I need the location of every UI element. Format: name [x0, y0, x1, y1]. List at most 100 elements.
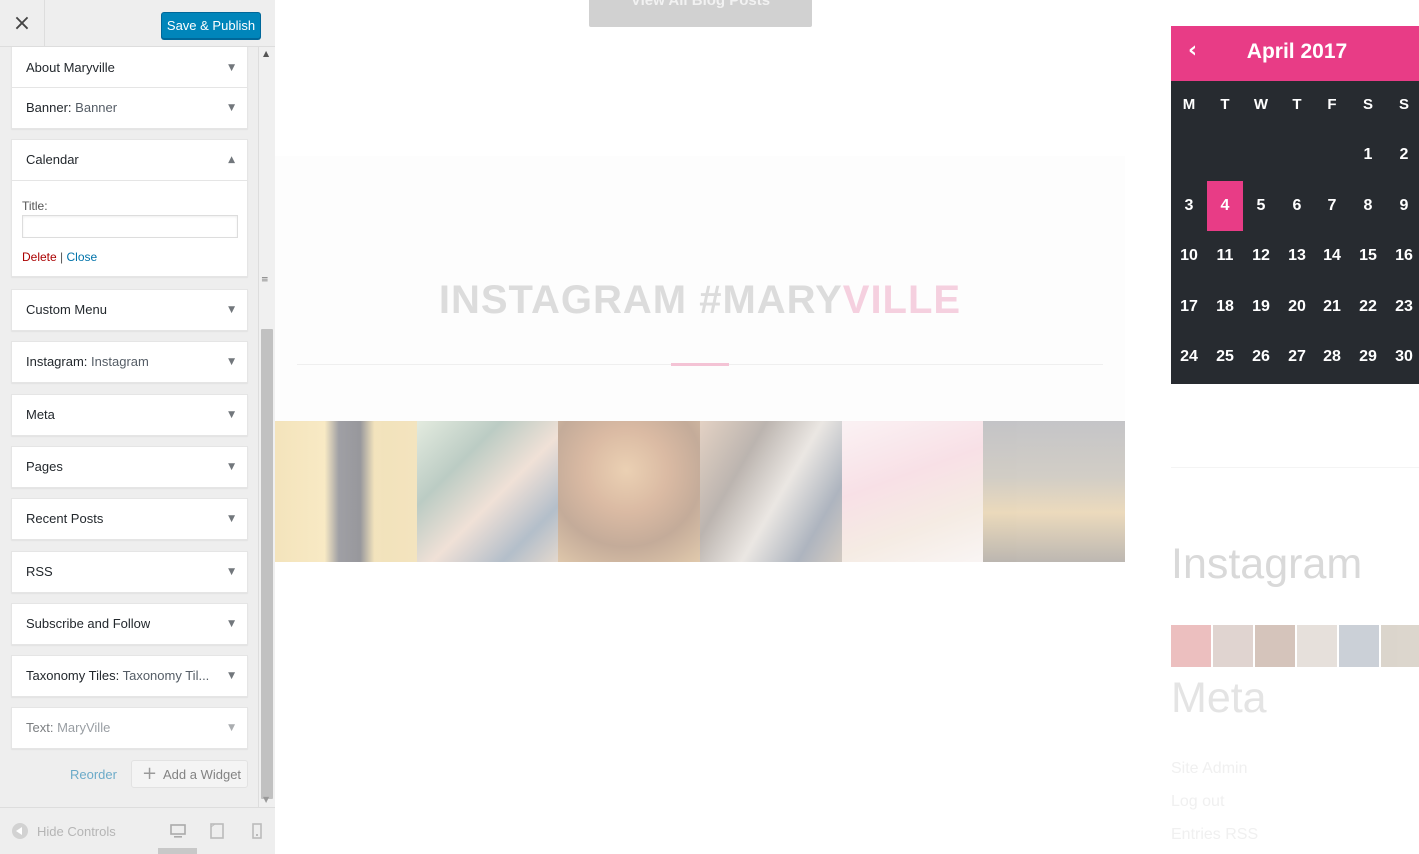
expand-arrow-icon[interactable]: ▼	[228, 290, 235, 330]
calendar-day[interactable]: 11	[1207, 231, 1243, 281]
calendar-day[interactable]: 27	[1279, 332, 1315, 382]
widget-text: Text: MaryVille ▼	[11, 707, 248, 749]
add-widget-label: Add a Widget	[163, 767, 242, 782]
widget-title-label: Recent Posts	[26, 511, 104, 526]
resize-grip-icon[interactable]: ≡	[261, 275, 269, 285]
widget-header[interactable]: Calendar ▲	[12, 140, 247, 180]
view-all-blog-posts-button[interactable]: View All Blog Posts	[589, 0, 812, 27]
save-publish-button[interactable]: Save & Publish	[161, 12, 261, 39]
widget-instance-title: Instagram	[91, 354, 149, 369]
widget-header[interactable]: Subscribe and Follow ▼	[12, 604, 247, 644]
expand-arrow-icon[interactable]: ▼	[228, 499, 235, 539]
expand-arrow-icon[interactable]: ▼	[228, 395, 235, 435]
calendar-widget-form: Title: Delete | Close	[12, 180, 247, 276]
calendar-day[interactable]: 18	[1207, 282, 1243, 332]
instagram-thumb[interactable]	[1381, 625, 1419, 667]
title-field-label: Title:	[22, 199, 48, 213]
calendar-day[interactable]: 15	[1350, 231, 1386, 281]
close-icon: ×	[12, 11, 32, 36]
instagram-photo[interactable]	[700, 421, 842, 562]
instagram-photo[interactable]	[558, 421, 700, 562]
calendar-day[interactable]: 12	[1243, 231, 1279, 281]
instagram-photo[interactable]	[983, 421, 1125, 562]
calendar-day[interactable]: 22	[1350, 282, 1386, 332]
delete-link[interactable]: Delete	[22, 250, 57, 264]
calendar-day[interactable]: 19	[1243, 282, 1279, 332]
scroll-up-icon[interactable]: ▲	[263, 49, 269, 58]
widget-header[interactable]: Text: MaryVille ▼	[12, 708, 247, 748]
expand-arrow-icon[interactable]: ▼	[228, 656, 235, 696]
instagram-photo[interactable]	[842, 421, 984, 562]
calendar-day[interactable]: 6	[1279, 181, 1315, 231]
close-customizer-button[interactable]: ×	[0, 0, 45, 47]
widget-header[interactable]: Custom Menu ▼	[12, 290, 247, 330]
expand-arrow-icon[interactable]: ▼	[228, 447, 235, 487]
scrollbar-thumb[interactable]	[261, 329, 273, 799]
widget-header[interactable]: Banner: Banner ▼	[12, 88, 247, 128]
expand-arrow-icon[interactable]: ▼	[228, 604, 235, 644]
collapse-arrow-icon[interactable]: ▲	[228, 140, 235, 180]
expand-arrow-icon[interactable]: ▼	[228, 342, 235, 382]
reorder-link[interactable]: Reorder	[70, 767, 117, 782]
meta-link-site-admin[interactable]: Site Admin	[1171, 760, 1247, 778]
mobile-icon[interactable]	[248, 822, 266, 840]
calendar-day[interactable]: 23	[1386, 282, 1419, 332]
expand-arrow-icon[interactable]: ▼	[228, 552, 235, 592]
widget-subscribe-and-follow: Subscribe and Follow ▼	[11, 603, 248, 645]
instagram-thumb[interactable]	[1297, 625, 1337, 667]
calendar-day[interactable]: 21	[1314, 282, 1350, 332]
widget-title-label: RSS	[26, 564, 53, 579]
desktop-icon[interactable]	[169, 822, 187, 840]
calendar-day[interactable]: 2	[1386, 130, 1419, 180]
calendar-day[interactable]: 14	[1314, 231, 1350, 281]
calendar-day[interactable]: 26	[1243, 332, 1279, 382]
close-link[interactable]: Close	[67, 250, 98, 264]
scroll-down-icon[interactable]: ▼	[263, 795, 269, 804]
calendar-day[interactable]: 10	[1171, 231, 1207, 281]
instagram-photo[interactable]	[417, 421, 559, 562]
title-input[interactable]	[22, 215, 238, 238]
calendar-day[interactable]: 13	[1279, 231, 1315, 281]
calendar-day[interactable]: 20	[1279, 282, 1315, 332]
calendar-day-today[interactable]: 4	[1207, 180, 1243, 231]
calendar-day[interactable]: 3	[1171, 181, 1207, 231]
calendar-day[interactable]: 8	[1350, 181, 1386, 231]
instagram-thumb[interactable]	[1213, 625, 1253, 667]
widget-header[interactable]: Instagram: Instagram ▼	[12, 342, 247, 382]
instagram-photo[interactable]	[275, 421, 417, 562]
calendar-day[interactable]: 7	[1314, 181, 1350, 231]
tablet-icon[interactable]	[208, 822, 226, 840]
calendar-day[interactable]: 28	[1314, 332, 1350, 382]
hide-controls-button[interactable]: Hide Controls	[37, 824, 116, 839]
instagram-thumb[interactable]	[1255, 625, 1295, 667]
calendar-day[interactable]: 24	[1171, 332, 1207, 382]
expand-arrow-icon[interactable]: ▼	[228, 708, 235, 748]
instagram-thumb[interactable]	[1339, 625, 1379, 667]
widget-calendar: Calendar ▲ Title: Delete | Close	[11, 139, 248, 277]
meta-link-entries-rss[interactable]: Entries RSS	[1171, 826, 1258, 844]
calendar-day[interactable]: 30	[1386, 332, 1419, 382]
calendar-day[interactable]: 16	[1386, 231, 1419, 281]
calendar-day[interactable]: 25	[1207, 332, 1243, 382]
widget-header[interactable]: About Maryville ▼	[12, 47, 247, 88]
calendar-widget: ‹ April 2017 M T W T F S S 1 2 3 4 5 6 7 8 9 10 11 12 13 14 1…	[1171, 26, 1419, 384]
calendar-day[interactable]: 17	[1171, 282, 1207, 332]
add-widget-button[interactable]: + Add a Widget	[131, 760, 248, 788]
calendar-day[interactable]: 1	[1350, 130, 1386, 180]
widget-header[interactable]: RSS ▼	[12, 552, 247, 592]
widget-header[interactable]: Meta ▼	[12, 395, 247, 435]
widget-instagram: Instagram: Instagram ▼	[11, 341, 248, 383]
widget-title: Instagram: Instagram	[26, 342, 149, 382]
calendar-day[interactable]: 5	[1243, 181, 1279, 231]
collapse-sidebar-icon[interactable]	[12, 823, 28, 839]
widget-header[interactable]: Pages ▼	[12, 447, 247, 487]
widget-header[interactable]: Taxonomy Tiles: Taxonomy Til... ▼	[12, 656, 247, 696]
expand-arrow-icon[interactable]: ▼	[228, 88, 235, 128]
calendar-day[interactable]: 9	[1386, 181, 1419, 231]
widget-list-scrollbar[interactable]: ▲ ≡ ▼	[258, 47, 275, 807]
widget-header[interactable]: Recent Posts ▼	[12, 499, 247, 539]
instagram-thumb[interactable]	[1171, 625, 1211, 667]
widget-taxonomy-tiles: Taxonomy Tiles: Taxonomy Til... ▼	[11, 655, 248, 697]
calendar-day[interactable]: 29	[1350, 332, 1386, 382]
meta-link-log-out[interactable]: Log out	[1171, 793, 1224, 811]
